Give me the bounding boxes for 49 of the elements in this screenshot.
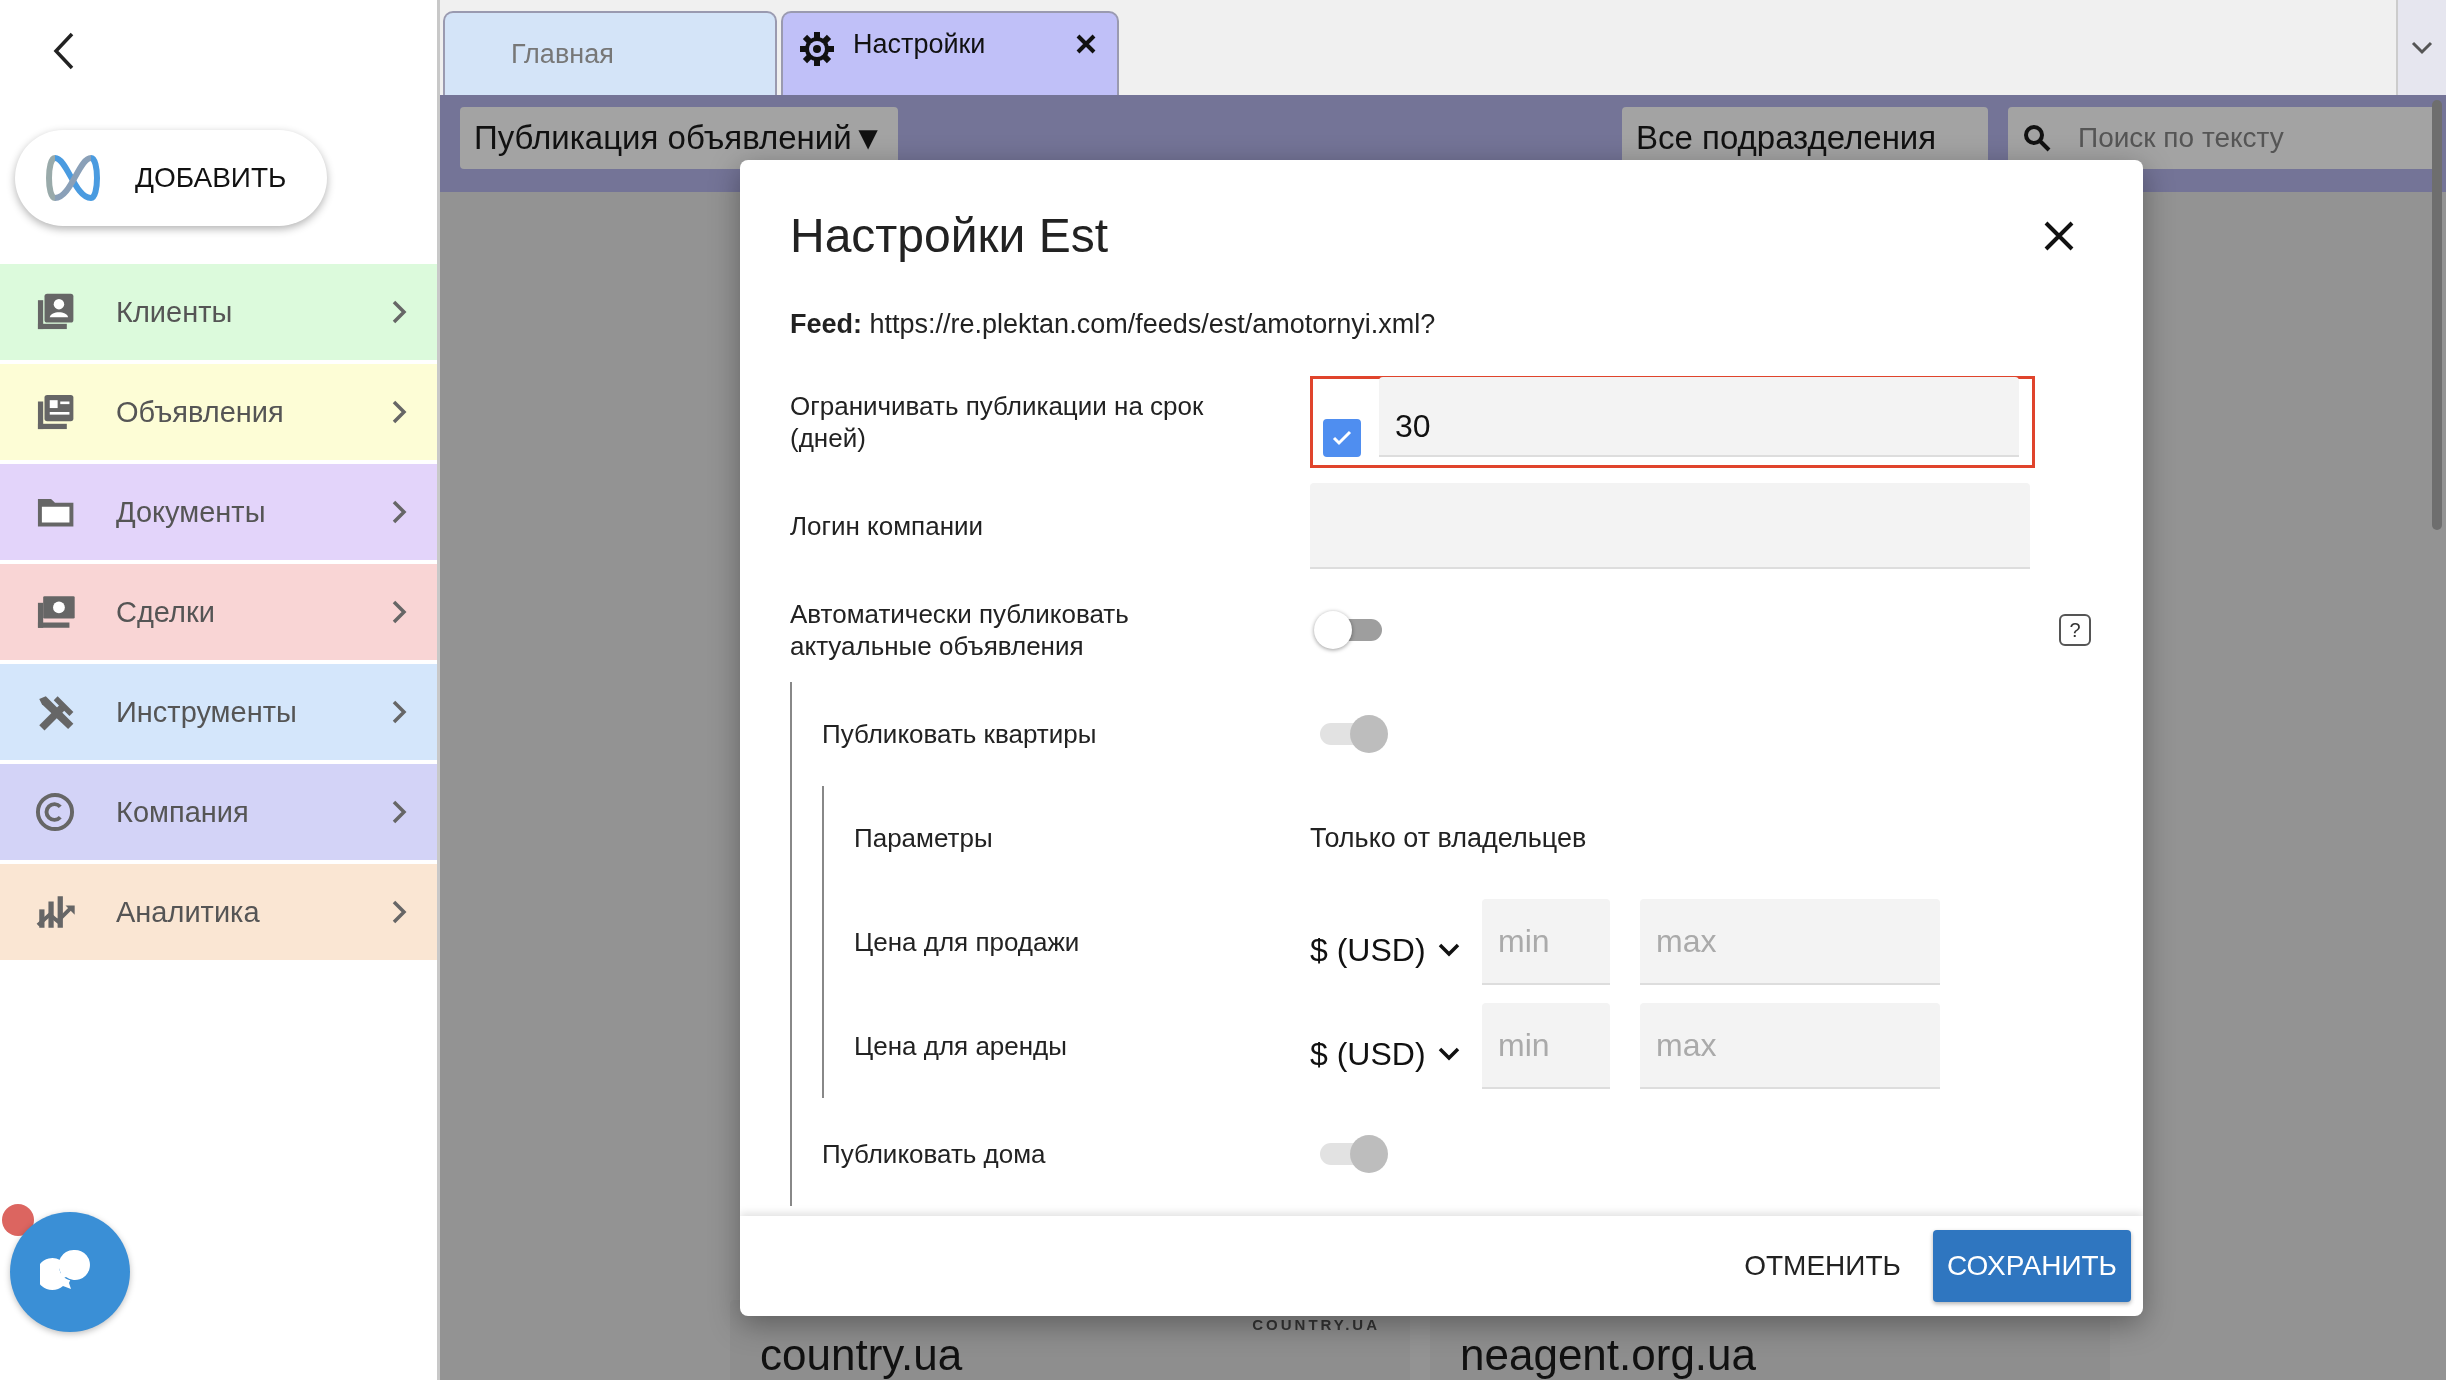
login-input[interactable] bbox=[1310, 483, 2030, 569]
sidebar-item[interactable]: Компания bbox=[0, 764, 437, 860]
field-label: Цена для продажи bbox=[854, 925, 1081, 959]
field-label: Ограничивать публикации на срок (дней) bbox=[790, 389, 1205, 455]
chevron-right-icon bbox=[391, 699, 407, 725]
chevron-right-icon bbox=[391, 599, 407, 625]
field-label: Цена для аренды bbox=[854, 1029, 1068, 1063]
chat-button[interactable] bbox=[10, 1212, 130, 1332]
checkbox[interactable] bbox=[1323, 419, 1361, 457]
feed-text: Feed: https://re.plektan.com/feeds/est/amotornyi.xml? bbox=[790, 309, 1437, 340]
chevron-down-icon bbox=[1437, 1047, 1460, 1061]
field-label: Логин компании bbox=[790, 509, 985, 543]
chevron-down-icon bbox=[2411, 40, 2433, 55]
save-button[interactable]: СОХРАНИТЬ bbox=[1932, 1230, 2131, 1302]
search-icon bbox=[2022, 123, 2052, 153]
field-label: Публиковать дома bbox=[822, 1137, 1047, 1171]
card-title: neagent.org.ua bbox=[1460, 1332, 1757, 1378]
field-label: Автоматически публиковать актуальные объявления bbox=[790, 597, 1130, 663]
sidebar-item[interactable]: Сделки bbox=[0, 564, 437, 660]
card-logo: COUNTRY.UA bbox=[1252, 1316, 1380, 1333]
copyright-icon bbox=[34, 791, 76, 833]
sidebar-item[interactable]: Объявления bbox=[0, 364, 437, 460]
filter-dropdown[interactable]: Публикация объявлений▼ bbox=[460, 107, 899, 169]
chevron-right-icon bbox=[391, 899, 407, 925]
notification-dot bbox=[2, 1204, 34, 1236]
gear-icon bbox=[797, 29, 837, 69]
chevron-down-icon bbox=[1437, 943, 1460, 957]
days-input[interactable]: 30 bbox=[1379, 377, 2019, 457]
help-icon[interactable]: ? bbox=[2059, 614, 2091, 646]
sidebar-item[interactable]: Документы bbox=[0, 464, 437, 560]
field-value: Только от владельцев bbox=[1310, 822, 1587, 854]
card-title: country.ua bbox=[760, 1332, 963, 1378]
tab[interactable]: Главная bbox=[443, 11, 777, 95]
sidebar-item[interactable]: Инструменты bbox=[0, 664, 437, 760]
close-icon[interactable] bbox=[2043, 219, 2075, 252]
field-label: Параметры bbox=[854, 821, 994, 855]
sidebar-item[interactable]: Аналитика bbox=[0, 864, 437, 960]
add-button[interactable]: ДОБАВИТЬ bbox=[15, 130, 327, 226]
tab[interactable]: Настройки bbox=[781, 11, 1119, 95]
close-icon[interactable] bbox=[1075, 33, 1097, 55]
chevron-right-icon bbox=[391, 799, 407, 825]
chevron-right-icon bbox=[391, 399, 407, 425]
chevron-right-icon bbox=[391, 299, 407, 325]
chevron-right-icon bbox=[391, 499, 407, 525]
cancel-button[interactable]: ОТМЕНИТЬ bbox=[1730, 1230, 1915, 1302]
sidebar-item[interactable]: Клиенты bbox=[0, 264, 437, 360]
dialog-title: Настройки Est bbox=[790, 208, 1109, 263]
scrollbar[interactable] bbox=[2432, 100, 2442, 530]
field-label: Публиковать квартиры bbox=[822, 717, 1098, 751]
